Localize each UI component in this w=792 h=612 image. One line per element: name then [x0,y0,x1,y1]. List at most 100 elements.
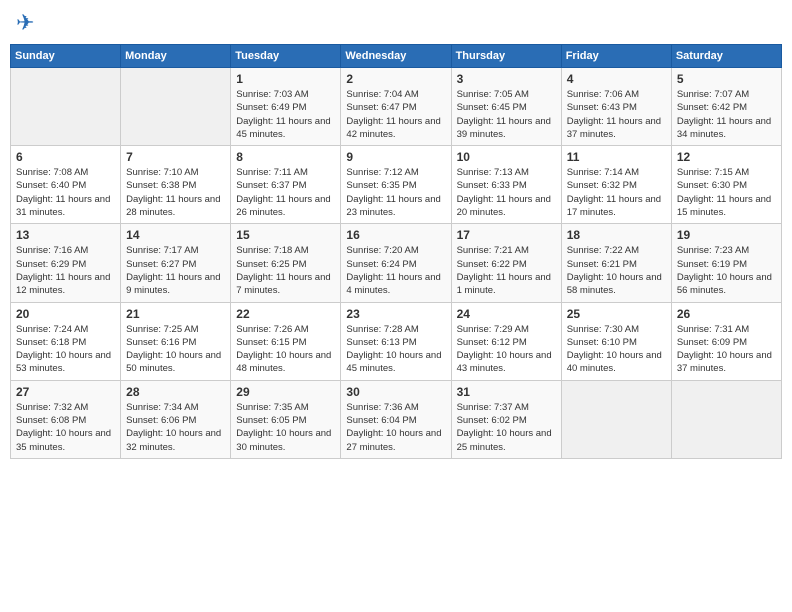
day-info: Sunrise: 7:10 AM Sunset: 6:38 PM Dayligh… [126,166,225,219]
calendar-cell: 20 Sunrise: 7:24 AM Sunset: 6:18 PM Dayli… [11,302,121,380]
day-info: Sunrise: 7:16 AM Sunset: 6:29 PM Dayligh… [16,244,115,297]
calendar-cell: 31 Sunrise: 7:37 AM Sunset: 6:02 PM Dayli… [451,380,561,458]
page-header: ✈ [10,10,782,36]
day-number: 17 [457,228,556,242]
day-number: 21 [126,307,225,321]
day-number: 5 [677,72,776,86]
calendar-cell: 21 Sunrise: 7:25 AM Sunset: 6:16 PM Dayli… [121,302,231,380]
calendar-cell [121,68,231,146]
calendar-cell: 25 Sunrise: 7:30 AM Sunset: 6:10 PM Dayli… [561,302,671,380]
day-info: Sunrise: 7:07 AM Sunset: 6:42 PM Dayligh… [677,88,776,141]
calendar-cell: 17Sunrise: 7:21 AM Sunset: 6:22 PM Dayli… [451,224,561,302]
calendar-cell: 29Sunrise: 7:35 AM Sunset: 6:05 PM Dayli… [231,380,341,458]
day-info: Sunrise: 7:12 AM Sunset: 6:35 PM Dayligh… [346,166,445,219]
calendar-cell: 1 Sunrise: 7:03 AM Sunset: 6:49 PM Daylig… [231,68,341,146]
calendar-cell: 3 Sunrise: 7:05 AM Sunset: 6:45 PM Daylig… [451,68,561,146]
day-info: Sunrise: 7:22 AM Sunset: 6:21 PM Dayligh… [567,244,666,297]
calendar-cell: 12 Sunrise: 7:15 AM Sunset: 6:30 PM Dayli… [671,146,781,224]
day-number: 27 [16,385,115,399]
day-info: Sunrise: 7:23 AM Sunset: 6:19 PM Dayligh… [677,244,776,297]
calendar-cell [11,68,121,146]
day-number: 30 [346,385,445,399]
day-info: Sunrise: 7:35 AM Sunset: 6:05 PM Dayligh… [236,401,335,454]
day-info: Sunrise: 7:08 AM Sunset: 6:40 PM Dayligh… [16,166,115,219]
day-info: Sunrise: 7:11 AM Sunset: 6:37 PM Dayligh… [236,166,335,219]
calendar-cell [561,380,671,458]
day-number: 18 [567,228,666,242]
day-number: 19 [677,228,776,242]
calendar-header: SundayMondayTuesdayWednesdayThursdayFrid… [11,45,782,68]
day-info: Sunrise: 7:25 AM Sunset: 6:16 PM Dayligh… [126,323,225,376]
day-info: Sunrise: 7:20 AM Sunset: 6:24 PM Dayligh… [346,244,445,297]
day-info: Sunrise: 7:05 AM Sunset: 6:45 PM Dayligh… [457,88,556,141]
day-number: 31 [457,385,556,399]
day-info: Sunrise: 7:13 AM Sunset: 6:33 PM Dayligh… [457,166,556,219]
calendar-cell: 6 Sunrise: 7:08 AM Sunset: 6:40 PM Daylig… [11,146,121,224]
day-info: Sunrise: 7:14 AM Sunset: 6:32 PM Dayligh… [567,166,666,219]
day-number: 14 [126,228,225,242]
calendar-cell [671,380,781,458]
weekday-header: Sunday [11,45,121,68]
day-number: 3 [457,72,556,86]
calendar-cell: 2Sunrise: 7:04 AM Sunset: 6:47 PM Daylig… [341,68,451,146]
day-info: Sunrise: 7:32 AM Sunset: 6:08 PM Dayligh… [16,401,115,454]
day-info: Sunrise: 7:03 AM Sunset: 6:49 PM Dayligh… [236,88,335,141]
day-info: Sunrise: 7:30 AM Sunset: 6:10 PM Dayligh… [567,323,666,376]
day-number: 24 [457,307,556,321]
weekday-header: Friday [561,45,671,68]
calendar-table: SundayMondayTuesdayWednesdayThursdayFrid… [10,44,782,459]
day-number: 16 [346,228,445,242]
calendar-cell: 30 Sunrise: 7:36 AM Sunset: 6:04 PM Dayli… [341,380,451,458]
day-info: Sunrise: 7:31 AM Sunset: 6:09 PM Dayligh… [677,323,776,376]
day-info: Sunrise: 7:18 AM Sunset: 6:25 PM Dayligh… [236,244,335,297]
day-info: Sunrise: 7:29 AM Sunset: 6:12 PM Dayligh… [457,323,556,376]
calendar-cell: 7 Sunrise: 7:10 AM Sunset: 6:38 PM Daylig… [121,146,231,224]
day-info: Sunrise: 7:36 AM Sunset: 6:04 PM Dayligh… [346,401,445,454]
calendar-cell: 26Sunrise: 7:31 AM Sunset: 6:09 PM Dayli… [671,302,781,380]
day-number: 2 [346,72,445,86]
day-info: Sunrise: 7:17 AM Sunset: 6:27 PM Dayligh… [126,244,225,297]
weekday-header: Wednesday [341,45,451,68]
day-info: Sunrise: 7:34 AM Sunset: 6:06 PM Dayligh… [126,401,225,454]
day-info: Sunrise: 7:24 AM Sunset: 6:18 PM Dayligh… [16,323,115,376]
day-number: 8 [236,150,335,164]
calendar-cell: 24 Sunrise: 7:29 AM Sunset: 6:12 PM Dayli… [451,302,561,380]
calendar-cell: 27 Sunrise: 7:32 AM Sunset: 6:08 PM Dayli… [11,380,121,458]
calendar-cell: 14 Sunrise: 7:17 AM Sunset: 6:27 PM Dayli… [121,224,231,302]
calendar-week-row: 13Sunrise: 7:16 AM Sunset: 6:29 PM Dayli… [11,224,782,302]
day-number: 6 [16,150,115,164]
calendar-cell: 11 Sunrise: 7:14 AM Sunset: 6:32 PM Dayli… [561,146,671,224]
weekday-header: Tuesday [231,45,341,68]
calendar-cell: 13Sunrise: 7:16 AM Sunset: 6:29 PM Dayli… [11,224,121,302]
weekday-header: Saturday [671,45,781,68]
calendar-cell: 28Sunrise: 7:34 AM Sunset: 6:06 PM Dayli… [121,380,231,458]
calendar-cell: 16 Sunrise: 7:20 AM Sunset: 6:24 PM Dayli… [341,224,451,302]
day-number: 11 [567,150,666,164]
calendar-cell: 8 Sunrise: 7:11 AM Sunset: 6:37 PM Daylig… [231,146,341,224]
calendar-cell: 19 Sunrise: 7:23 AM Sunset: 6:19 PM Dayli… [671,224,781,302]
day-number: 23 [346,307,445,321]
calendar-week-row: 6 Sunrise: 7:08 AM Sunset: 6:40 PM Daylig… [11,146,782,224]
day-number: 15 [236,228,335,242]
calendar-cell: 5 Sunrise: 7:07 AM Sunset: 6:42 PM Daylig… [671,68,781,146]
logo-bird-icon: ✈ [16,10,34,36]
calendar-cell: 18 Sunrise: 7:22 AM Sunset: 6:21 PM Dayli… [561,224,671,302]
logo: ✈ [14,10,34,36]
day-number: 20 [16,307,115,321]
day-info: Sunrise: 7:26 AM Sunset: 6:15 PM Dayligh… [236,323,335,376]
calendar-cell: 10Sunrise: 7:13 AM Sunset: 6:33 PM Dayli… [451,146,561,224]
day-number: 4 [567,72,666,86]
day-number: 12 [677,150,776,164]
calendar-cell: 4Sunrise: 7:06 AM Sunset: 6:43 PM Daylig… [561,68,671,146]
day-number: 7 [126,150,225,164]
day-number: 1 [236,72,335,86]
day-number: 25 [567,307,666,321]
calendar-week-row: 1 Sunrise: 7:03 AM Sunset: 6:49 PM Daylig… [11,68,782,146]
day-number: 9 [346,150,445,164]
weekday-header: Monday [121,45,231,68]
day-info: Sunrise: 7:37 AM Sunset: 6:02 PM Dayligh… [457,401,556,454]
day-number: 22 [236,307,335,321]
day-info: Sunrise: 7:28 AM Sunset: 6:13 PM Dayligh… [346,323,445,376]
day-info: Sunrise: 7:15 AM Sunset: 6:30 PM Dayligh… [677,166,776,219]
calendar-cell: 22 Sunrise: 7:26 AM Sunset: 6:15 PM Dayli… [231,302,341,380]
